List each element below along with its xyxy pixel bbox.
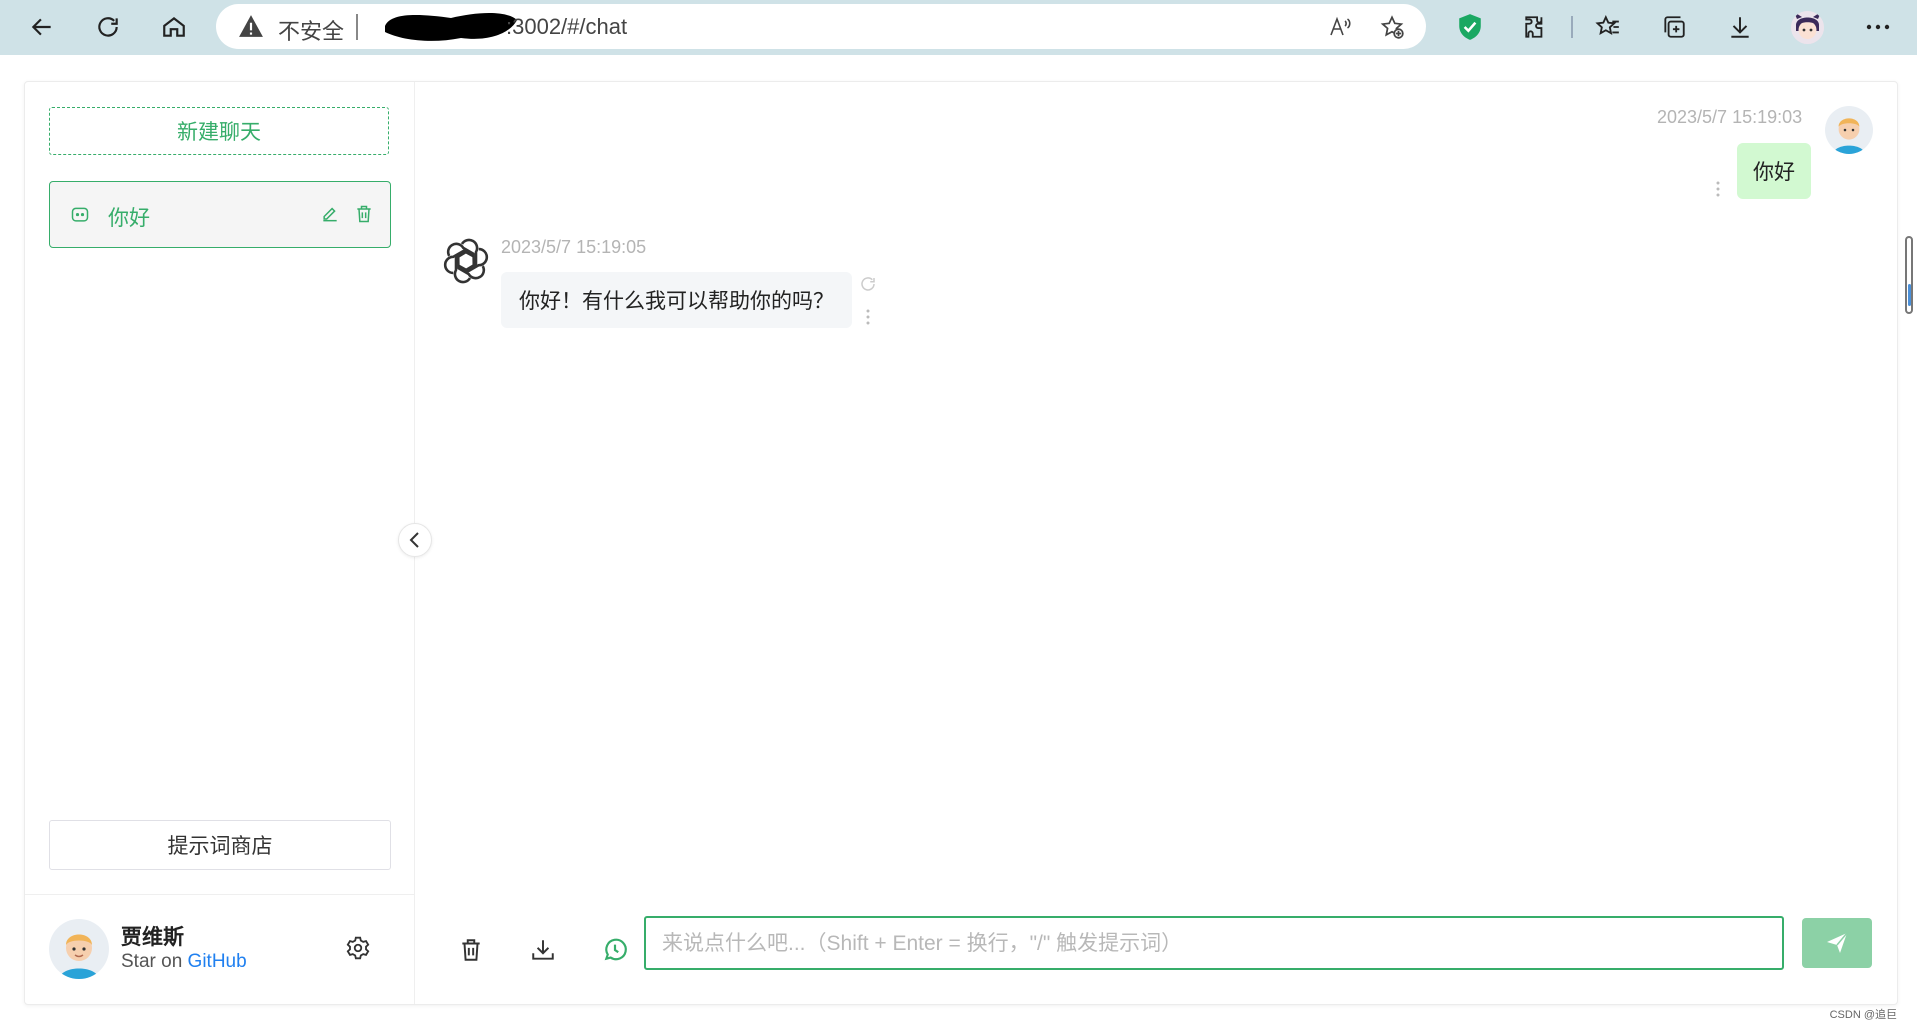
- chevron-left-icon: [409, 532, 419, 548]
- redacted-host: [385, 13, 517, 41]
- settings-gear-icon[interactable]: [345, 935, 371, 966]
- user-info: 贾维斯 Star on GitHub: [25, 894, 414, 1005]
- warning-icon: [238, 14, 264, 43]
- user-message-avatar: [1825, 106, 1873, 154]
- collapse-sidebar-button[interactable]: [398, 523, 432, 557]
- address-divider: [356, 14, 358, 40]
- user-message-more-icon[interactable]: [1715, 180, 1721, 203]
- edit-icon[interactable]: [320, 204, 340, 229]
- assistant-message-bubble: 你好！有什么我可以帮助你的吗？: [501, 272, 852, 328]
- user-description: Star on GitHub: [121, 951, 247, 973]
- reload-icon[interactable]: [90, 10, 126, 44]
- assistant-message-more-icon[interactable]: [865, 308, 871, 331]
- collections-icon[interactable]: [1658, 11, 1690, 43]
- prompt-store-button[interactable]: 提示词商店: [49, 820, 391, 870]
- history-item[interactable]: 你好: [49, 181, 391, 248]
- user-avatar: [49, 919, 109, 979]
- watermark: CSDN @追巨: [1829, 1009, 1897, 1021]
- chat-app: 新建聊天 你好 提示词商店 贾维斯 Star on GitHub 2023/5/…: [24, 81, 1898, 1005]
- clear-chat-trash-icon[interactable]: [455, 934, 487, 966]
- profile-avatar[interactable]: [1791, 11, 1824, 44]
- chat-input-box[interactable]: [644, 916, 1784, 970]
- export-download-icon[interactable]: [527, 934, 559, 966]
- user-name: 贾维斯: [121, 926, 184, 949]
- history-item-title: 你好: [108, 207, 150, 230]
- chat-footer: [415, 894, 1897, 1004]
- new-chat-button[interactable]: 新建聊天: [49, 107, 389, 155]
- chat-input[interactable]: [660, 918, 1764, 970]
- download-icon[interactable]: [1724, 11, 1756, 43]
- toolbar-divider: [1571, 16, 1573, 38]
- send-button[interactable]: [1802, 918, 1872, 968]
- more-menu-icon[interactable]: [1862, 11, 1894, 43]
- user-message-time: 2023/5/7 15:19:03: [1657, 107, 1803, 127]
- read-aloud-icon[interactable]: [1326, 14, 1354, 40]
- sidebar: 新建聊天 你好 提示词商店 贾维斯 Star on GitHub: [25, 82, 415, 1004]
- delete-icon[interactable]: [354, 204, 374, 229]
- user-desc-prefix: Star on: [121, 951, 188, 972]
- address-bar[interactable]: 不安全 :3002/#/chat: [216, 4, 1426, 49]
- url-text[interactable]: :3002/#/chat: [506, 14, 627, 40]
- openai-logo-icon: [442, 237, 490, 285]
- user-message-bubble: 你好: [1737, 143, 1811, 199]
- send-icon: [1827, 932, 1848, 953]
- back-icon[interactable]: [24, 10, 60, 44]
- chat-bubble-icon: [70, 205, 90, 230]
- favorites-icon[interactable]: [1592, 11, 1624, 43]
- shield-icon[interactable]: [1454, 11, 1486, 43]
- security-label[interactable]: 不安全: [278, 14, 344, 46]
- extensions-icon[interactable]: [1520, 11, 1552, 43]
- add-favorite-icon[interactable]: [1378, 14, 1406, 40]
- github-link[interactable]: GitHub: [188, 951, 247, 972]
- assistant-message-time: 2023/5/7 15:19:05: [501, 237, 647, 257]
- browser-toolbar: 不安全 :3002/#/chat: [0, 0, 1917, 55]
- page-scrollbar[interactable]: [1905, 236, 1913, 314]
- home-icon[interactable]: [156, 10, 192, 44]
- context-history-icon[interactable]: [599, 934, 631, 966]
- regenerate-icon[interactable]: [859, 275, 877, 298]
